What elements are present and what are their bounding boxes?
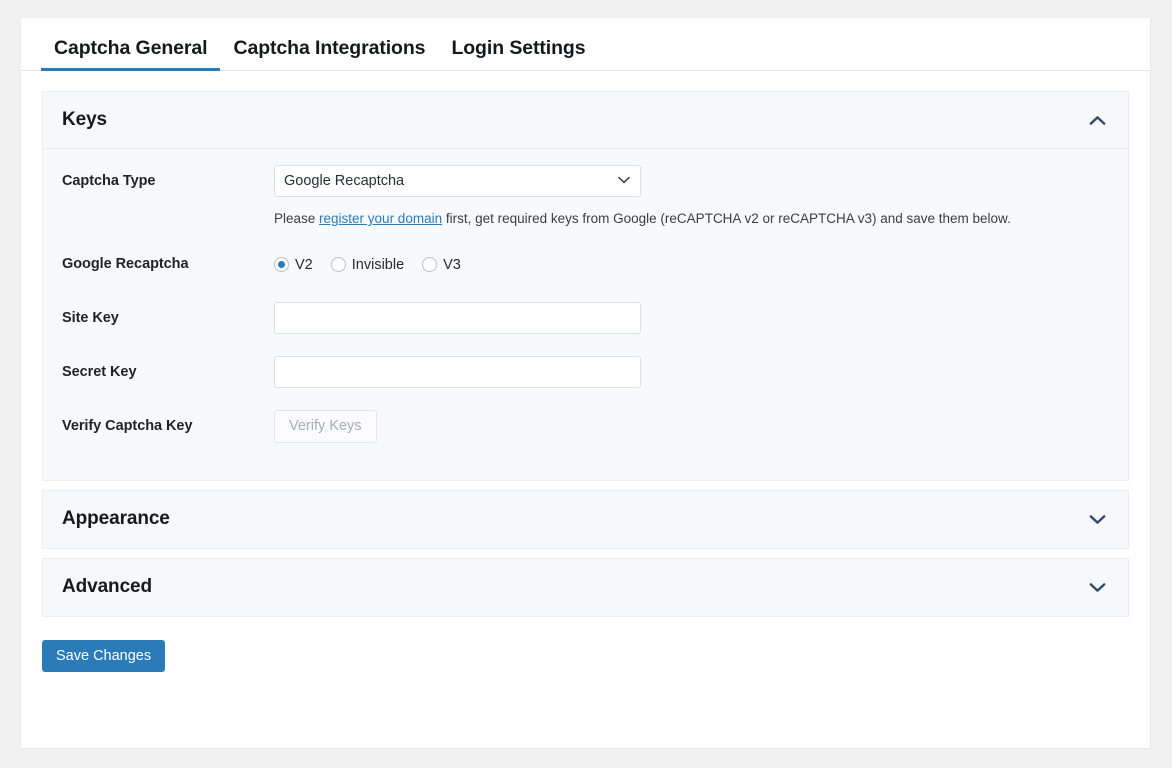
radio-dot-icon <box>330 257 346 273</box>
row-captcha-type: Captcha Type Google Recaptcha Please reg… <box>43 163 1128 228</box>
verify-keys-button[interactable]: Verify Keys <box>274 409 377 443</box>
panel-advanced-title: Advanced <box>62 576 153 598</box>
form-footer: Save Changes <box>21 626 1150 672</box>
panel-appearance-header[interactable]: Appearance <box>43 490 1128 548</box>
label-site-key: Site Key <box>62 309 119 326</box>
site-key-input[interactable] <box>274 301 641 334</box>
captcha-type-help: Please register your domain first, get r… <box>274 210 1109 228</box>
captcha-type-select-wrap: Google Recaptcha <box>274 165 641 197</box>
chevron-down-icon[interactable] <box>1089 582 1106 593</box>
tab-captcha-general[interactable]: Captcha General <box>41 38 221 71</box>
row-google-recaptcha: Google Recaptcha V2 Invisible V3 <box>43 246 1128 288</box>
panel-list: Keys Captcha Type Google Recaptcha Pleas… <box>21 71 1150 617</box>
radio-dot-icon <box>274 257 289 273</box>
chevron-down-icon[interactable] <box>1089 514 1106 525</box>
help-suffix: first, get required keys from Google (re… <box>442 211 1011 226</box>
register-domain-link[interactable]: register your domain <box>319 211 442 226</box>
panel-appearance-title: Appearance <box>62 508 170 530</box>
label-verify-captcha-key: Verify Captcha Key <box>62 417 193 434</box>
recaptcha-version-radio-group: V2 Invisible V3 <box>274 248 1109 273</box>
label-google-recaptcha: Google Recaptcha <box>62 255 189 272</box>
tab-bar: Captcha General Captcha Integrations Log… <box>21 18 1150 71</box>
panel-advanced-header[interactable]: Advanced <box>43 558 1128 616</box>
radio-dot-icon <box>422 257 438 273</box>
panel-keys-title: Keys <box>62 109 108 130</box>
save-changes-button[interactable]: Save Changes <box>42 639 166 672</box>
panel-appearance: Appearance <box>42 489 1129 549</box>
radio-v2[interactable]: V2 <box>274 257 313 273</box>
tab-captcha-integrations[interactable]: Captcha Integrations <box>220 38 438 71</box>
captcha-type-select[interactable]: Google Recaptcha <box>274 165 641 197</box>
radio-v2-label: V2 <box>295 256 313 273</box>
row-verify-captcha-key: Verify Captcha Key Verify Keys <box>43 408 1128 450</box>
radio-v3-label: V3 <box>443 256 461 273</box>
row-secret-key: Secret Key <box>43 354 1128 396</box>
label-secret-key: Secret Key <box>62 363 137 380</box>
tab-login-settings[interactable]: Login Settings <box>438 38 598 71</box>
secret-key-input[interactable] <box>274 355 641 388</box>
radio-invisible[interactable]: Invisible <box>330 256 405 273</box>
radio-invisible-label: Invisible <box>351 256 405 273</box>
panel-advanced: Advanced <box>42 557 1129 617</box>
panel-keys-body: Captcha Type Google Recaptcha Please reg… <box>43 149 1128 480</box>
radio-v3[interactable]: V3 <box>422 257 461 273</box>
panel-keys: Keys Captcha Type Google Recaptcha Pleas… <box>42 91 1129 481</box>
help-prefix: Please <box>274 211 320 226</box>
chevron-up-icon[interactable] <box>1089 115 1106 126</box>
label-captcha-type: Captcha Type <box>62 173 156 189</box>
settings-card: Captcha General Captcha Integrations Log… <box>21 18 1151 749</box>
row-site-key: Site Key <box>43 300 1128 342</box>
panel-keys-header[interactable]: Keys <box>43 92 1128 149</box>
